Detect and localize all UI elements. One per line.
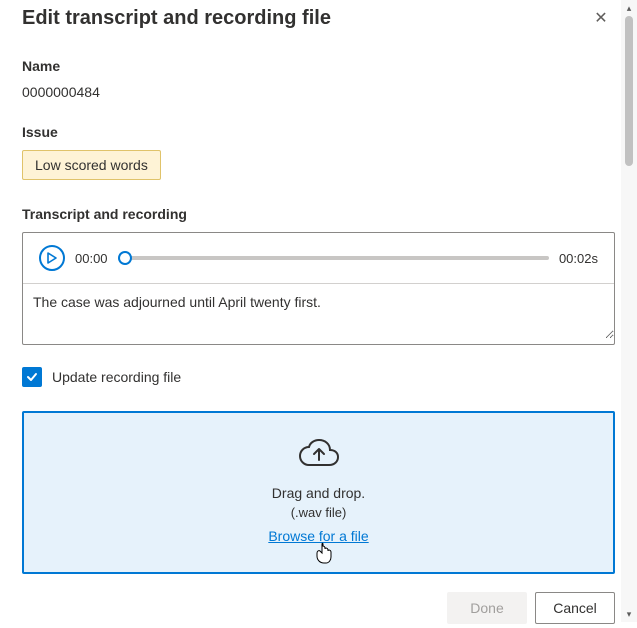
duration: 00:02s bbox=[559, 251, 598, 266]
issue-label: Issue bbox=[22, 124, 615, 140]
cancel-button[interactable]: Cancel bbox=[535, 592, 615, 624]
scroll-down-arrow-icon[interactable]: ▾ bbox=[621, 606, 637, 622]
transcript-label: Transcript and recording bbox=[22, 206, 615, 222]
transcript-textarea[interactable] bbox=[23, 283, 614, 339]
vertical-scrollbar[interactable]: ▴ ▾ bbox=[621, 0, 637, 622]
transcript-section: Transcript and recording 00:00 00:02s bbox=[22, 206, 615, 367]
dialog-title: Edit transcript and recording file bbox=[22, 7, 331, 30]
scrollbar-thumb[interactable] bbox=[625, 16, 633, 166]
file-dropzone[interactable]: Drag and drop. (.wav file) Browse for a … bbox=[22, 411, 615, 574]
dropzone-subtext: (.wav file) bbox=[291, 505, 347, 520]
seek-slider[interactable] bbox=[118, 250, 549, 266]
seek-track bbox=[118, 256, 549, 260]
seek-thumb[interactable] bbox=[118, 251, 132, 265]
update-recording-checkbox[interactable] bbox=[22, 367, 42, 387]
dialog-header: Edit transcript and recording file ✕ bbox=[22, 4, 615, 32]
play-button[interactable] bbox=[39, 245, 65, 271]
browse-file-link[interactable]: Browse for a file bbox=[268, 528, 368, 544]
done-button[interactable]: Done bbox=[447, 592, 527, 624]
dropzone-text: Drag and drop. bbox=[272, 485, 365, 501]
name-value: 0000000484 bbox=[22, 84, 615, 100]
pointer-cursor-icon bbox=[315, 542, 333, 564]
audio-player: 00:00 00:02s bbox=[23, 233, 614, 283]
name-section: Name 0000000484 bbox=[22, 58, 615, 124]
update-recording-row: Update recording file bbox=[22, 367, 615, 387]
name-label: Name bbox=[22, 58, 615, 74]
issue-tag: Low scored words bbox=[22, 150, 161, 180]
play-icon bbox=[47, 252, 57, 264]
check-icon bbox=[25, 370, 39, 384]
transcript-box: 00:00 00:02s bbox=[22, 232, 615, 345]
cloud-upload-icon bbox=[297, 437, 341, 469]
close-button[interactable]: ✕ bbox=[587, 4, 615, 32]
dialog-footer: Done Cancel bbox=[22, 592, 615, 628]
update-recording-label: Update recording file bbox=[52, 369, 181, 385]
issue-section: Issue Low scored words bbox=[22, 124, 615, 206]
current-time: 00:00 bbox=[75, 251, 108, 266]
scroll-up-arrow-icon[interactable]: ▴ bbox=[621, 0, 637, 16]
